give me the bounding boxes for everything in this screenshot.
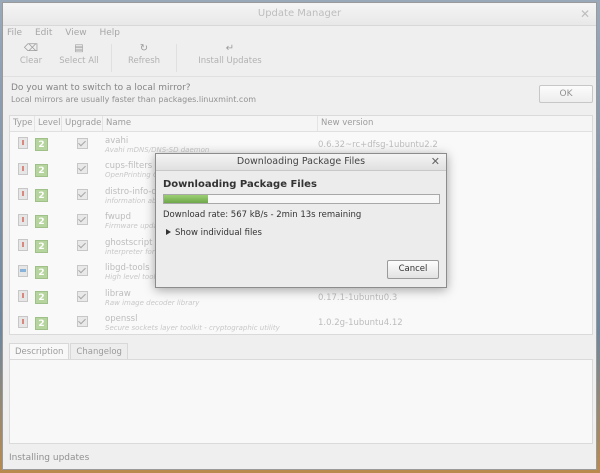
upgrade-checkbox[interactable]: [77, 137, 88, 149]
security-icon: [17, 137, 28, 150]
table-row[interactable]: 2 libraw Raw image decoder library 0.17.1…: [10, 285, 592, 311]
refresh-label: Refresh: [127, 56, 161, 66]
table-row[interactable]: 2 openssl Secure sockets layer toolkit - …: [10, 311, 592, 335]
document-icon: ▤: [74, 43, 84, 54]
level-badge: 2: [35, 138, 48, 152]
window-titlebar[interactable]: Update Manager ✕: [3, 3, 596, 26]
list-header: Type Level Upgrade Name New version: [10, 116, 592, 132]
upgrade-checkbox[interactable]: [77, 188, 88, 200]
package-version: 0.17.1-1ubuntu0.3: [318, 292, 398, 303]
security-icon: [17, 213, 28, 226]
install-label: Install Updates: [198, 56, 262, 66]
window-close-icon[interactable]: ✕: [580, 3, 590, 25]
level-badge: 2: [35, 214, 48, 228]
clear-button[interactable]: ⌫ Clear: [7, 40, 55, 76]
level-badge: 2: [35, 240, 48, 254]
package-description: Secure sockets layer toolkit - cryptogra…: [105, 324, 280, 333]
level-badge: 2: [35, 316, 48, 330]
level-badge: 2: [35, 163, 48, 177]
menu-edit[interactable]: Edit: [35, 28, 52, 38]
expander-arrow-icon: [166, 229, 171, 235]
details-tabs: Description Changelog: [9, 343, 129, 359]
menu-view[interactable]: View: [65, 28, 86, 38]
menubar: File Edit View Help: [3, 26, 596, 40]
package-name: libraw: [105, 288, 131, 299]
upgrade-checkbox[interactable]: [77, 214, 88, 226]
details-panel: [9, 359, 593, 444]
select-all-button[interactable]: ▤ Select All: [55, 40, 103, 76]
cancel-button[interactable]: Cancel: [387, 260, 439, 279]
package-name: avahi: [105, 135, 129, 146]
download-rate-text: Download rate: 567 kB/s - 2min 13s remai…: [163, 210, 362, 220]
select-all-label: Select All: [59, 56, 99, 66]
ok-button[interactable]: OK: [539, 85, 593, 103]
mirror-infobar: Do you want to switch to a local mirror?…: [7, 83, 593, 105]
column-type[interactable]: Type: [10, 116, 35, 131]
toolbar: ⌫ Clear ▤ Select All ↻ Refresh ↵ Install…: [3, 40, 596, 77]
tab-description[interactable]: Description: [9, 343, 70, 359]
column-name[interactable]: Name: [103, 116, 318, 131]
security-icon: [17, 162, 28, 175]
expander-label: Show individual files: [175, 228, 262, 238]
progress-fill: [164, 195, 208, 203]
upgrade-checkbox[interactable]: [77, 290, 88, 302]
window-title: Update Manager: [257, 8, 342, 19]
security-icon: [17, 239, 28, 252]
toolbar-separator: [176, 44, 177, 72]
status-text: Installing updates: [9, 453, 90, 463]
level-badge: 2: [35, 189, 48, 203]
refresh-button[interactable]: ↻ Refresh: [120, 40, 168, 76]
upgrade-checkbox[interactable]: [77, 163, 88, 175]
backspace-icon: ⌫: [23, 43, 39, 54]
level-badge: 2: [35, 291, 48, 305]
security-icon: [17, 188, 28, 201]
column-level[interactable]: Level: [35, 116, 62, 131]
package-description: Raw image decoder library: [105, 298, 200, 307]
clear-label: Clear: [19, 56, 43, 66]
column-upgrade[interactable]: Upgrade: [62, 116, 103, 131]
refresh-icon: ↻: [139, 43, 149, 54]
upgrade-checkbox[interactable]: [77, 239, 88, 251]
upgrade-checkbox[interactable]: [77, 265, 88, 277]
upgrade-checkbox[interactable]: [77, 316, 88, 328]
package-version: 1.0.2g-1ubuntu4.12: [318, 318, 403, 329]
dialog-titlebar[interactable]: Downloading Package Files ✕: [156, 154, 446, 171]
dialog-heading: Downloading Package Files: [163, 179, 317, 190]
tab-changelog[interactable]: Changelog: [70, 343, 128, 359]
security-icon: [17, 315, 28, 328]
backport-icon: [17, 264, 28, 277]
toolbar-separator: [111, 44, 112, 72]
package-version: 0.6.32~rc+dfsg-1ubuntu2.2: [318, 139, 438, 150]
security-icon: [17, 290, 28, 303]
install-icon: ↵: [225, 43, 235, 54]
mirror-question: Do you want to switch to a local mirror?: [11, 83, 191, 93]
column-new-version[interactable]: New version: [318, 116, 592, 131]
dialog-close-icon[interactable]: ✕: [431, 154, 440, 170]
level-badge: 2: [35, 265, 48, 279]
menu-help[interactable]: Help: [99, 28, 120, 38]
menu-file[interactable]: File: [7, 28, 22, 38]
show-files-expander[interactable]: Show individual files: [166, 228, 262, 238]
dialog-title: Downloading Package Files: [236, 156, 366, 167]
download-progress-bar: [163, 194, 440, 204]
download-dialog: Downloading Package Files ✕ Downloading …: [155, 153, 447, 288]
package-name: openssl: [105, 314, 138, 325]
install-updates-button[interactable]: ↵ Install Updates: [185, 40, 275, 76]
mirror-subtext: Local mirrors are usually faster than pa…: [11, 95, 257, 104]
